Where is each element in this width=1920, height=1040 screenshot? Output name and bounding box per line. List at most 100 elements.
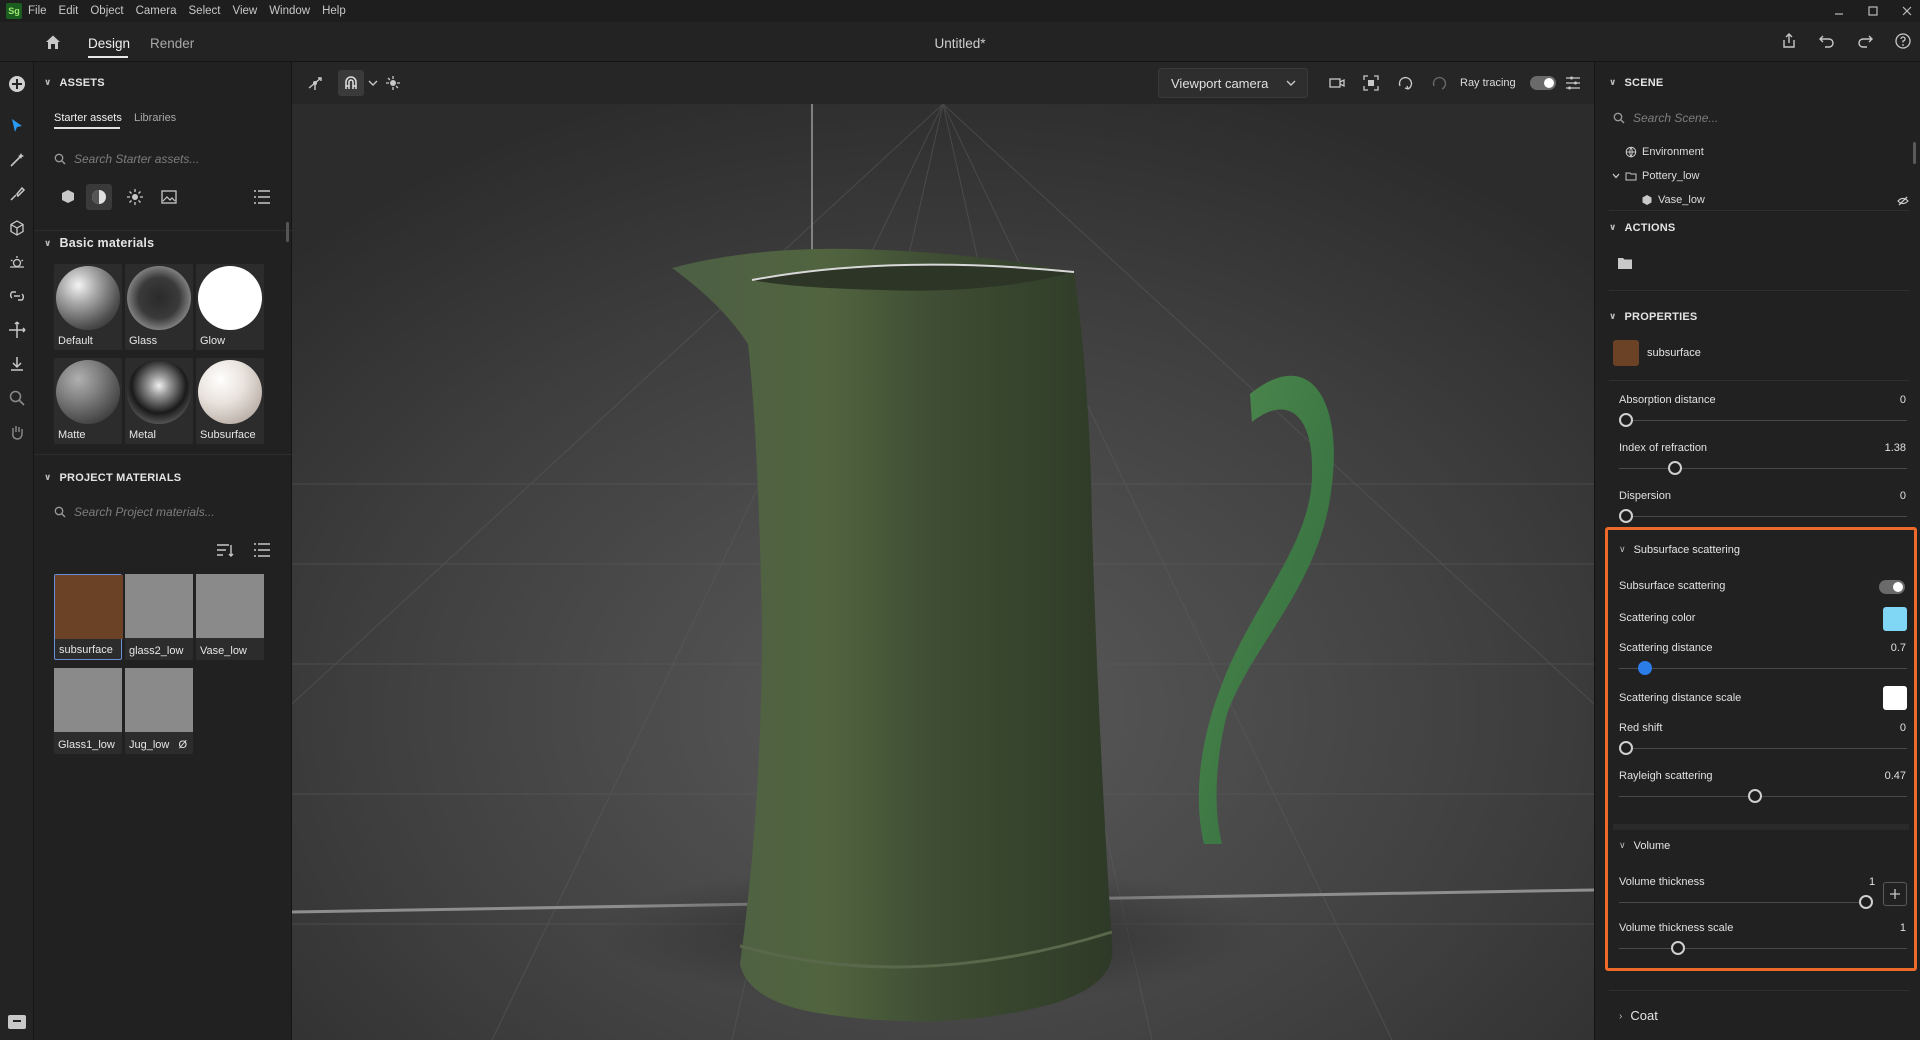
list-view-icon[interactable] bbox=[253, 542, 271, 558]
viewport-render[interactable] bbox=[292, 104, 1594, 1040]
viewport[interactable]: Viewport camera Ray tracing bbox=[292, 62, 1594, 1040]
scene-item-environment[interactable]: Environment bbox=[1625, 146, 1704, 158]
tab-libraries[interactable]: Libraries bbox=[134, 112, 176, 124]
image-icon[interactable] bbox=[160, 188, 178, 206]
absorption-distance-slider[interactable] bbox=[1619, 420, 1907, 421]
ray-tracing-toggle[interactable] bbox=[1530, 76, 1556, 90]
volume-section-header[interactable]: ∨ Volume bbox=[1619, 840, 1670, 852]
material-tile-matte[interactable]: Matte bbox=[54, 358, 122, 444]
subsurface-toggle[interactable] bbox=[1879, 580, 1905, 594]
absorption-distance-value[interactable]: 0 bbox=[1900, 394, 1906, 406]
project-material-glass1-low[interactable]: Glass1_low bbox=[54, 668, 122, 754]
share-icon[interactable] bbox=[1780, 32, 1798, 50]
material-tile-glow[interactable]: Glow bbox=[196, 264, 264, 350]
chevron-down-icon[interactable] bbox=[1611, 171, 1621, 181]
dispersion-slider[interactable] bbox=[1619, 516, 1907, 517]
project-material-subsurface[interactable]: subsurface bbox=[54, 574, 123, 660]
physics-icon[interactable] bbox=[384, 74, 402, 92]
paint-icon[interactable] bbox=[7, 184, 27, 204]
add-texture-button[interactable] bbox=[1883, 882, 1907, 906]
assets-search[interactable]: Search Starter assets... bbox=[54, 152, 199, 166]
scattering-distance-thumb[interactable] bbox=[1638, 661, 1653, 675]
volume-thickness-scale-value[interactable]: 1 bbox=[1900, 922, 1906, 934]
red-shift-slider[interactable] bbox=[1619, 748, 1907, 749]
menu-view[interactable]: View bbox=[232, 5, 257, 17]
reset-camera-icon[interactable] bbox=[1430, 74, 1448, 92]
model-icon[interactable] bbox=[59, 188, 77, 206]
scattering-distance-scale-swatch[interactable] bbox=[1883, 686, 1907, 710]
frame-selection-icon[interactable] bbox=[1362, 74, 1380, 92]
transform-icon[interactable] bbox=[306, 74, 324, 92]
material-filter-button[interactable] bbox=[86, 184, 112, 210]
link-icon[interactable] bbox=[7, 286, 27, 306]
visibility-hidden-icon[interactable] bbox=[1897, 196, 1909, 206]
red-shift-value[interactable]: 0 bbox=[1900, 722, 1906, 734]
scene-search[interactable]: Search Scene... bbox=[1613, 111, 1718, 125]
red-shift-thumb[interactable] bbox=[1619, 741, 1633, 755]
absorption-distance-thumb[interactable] bbox=[1619, 413, 1633, 427]
volume-thickness-scale-thumb[interactable] bbox=[1671, 941, 1686, 955]
menu-select[interactable]: Select bbox=[189, 5, 221, 17]
snap-button[interactable] bbox=[338, 70, 364, 96]
sort-icon[interactable] bbox=[216, 542, 234, 558]
project-material-jug-low[interactable]: Jug_low Ø bbox=[125, 668, 193, 754]
project-material-vase-low[interactable]: Vase_low bbox=[196, 574, 264, 660]
maximize-icon[interactable] bbox=[1868, 6, 1878, 16]
volume-thickness-thumb[interactable] bbox=[1859, 895, 1873, 909]
index-of-refraction-thumb[interactable] bbox=[1668, 461, 1683, 475]
material-tile-subsurface[interactable]: Subsurface bbox=[196, 358, 264, 444]
drop-to-ground-icon[interactable] bbox=[7, 354, 27, 374]
scene-header[interactable]: ∨ SCENE bbox=[1609, 77, 1663, 89]
list-view-icon[interactable] bbox=[253, 189, 271, 205]
rayleigh-scattering-slider[interactable] bbox=[1619, 796, 1907, 797]
scattering-color-swatch[interactable] bbox=[1883, 607, 1907, 631]
chevron-down-icon[interactable] bbox=[368, 79, 378, 87]
tab-render[interactable]: Render bbox=[150, 36, 194, 51]
tab-starter-assets[interactable]: Starter assets bbox=[54, 112, 122, 124]
material-tile-default[interactable]: Default bbox=[54, 264, 122, 350]
coat-section-header[interactable]: › Coat bbox=[1619, 1008, 1658, 1023]
menu-camera[interactable]: Camera bbox=[136, 5, 177, 17]
scene-item-vase-low[interactable]: Vase_low bbox=[1641, 194, 1705, 206]
subsurface-section-header[interactable]: ∨ Subsurface scattering bbox=[1619, 544, 1740, 556]
project-material-glass2-low[interactable]: glass2_low bbox=[125, 574, 193, 660]
orbit-icon[interactable] bbox=[1396, 74, 1414, 92]
move-icon[interactable] bbox=[7, 320, 27, 340]
undo-icon[interactable] bbox=[1818, 32, 1836, 50]
redo-icon[interactable] bbox=[1856, 32, 1874, 50]
select-tool-icon[interactable] bbox=[7, 116, 27, 136]
dispersion-value[interactable]: 0 bbox=[1900, 490, 1906, 502]
scattering-distance-value[interactable]: 0.7 bbox=[1891, 642, 1906, 654]
actions-header[interactable]: ∨ ACTIONS bbox=[1609, 222, 1675, 234]
tab-design[interactable]: Design bbox=[88, 36, 130, 51]
sun-icon[interactable] bbox=[7, 252, 27, 272]
menu-object[interactable]: Object bbox=[90, 5, 123, 17]
volume-thickness-slider[interactable] bbox=[1619, 902, 1873, 903]
add-icon[interactable] bbox=[7, 74, 27, 94]
render-settings-icon[interactable] bbox=[1564, 74, 1582, 92]
menu-file[interactable]: File bbox=[28, 5, 47, 17]
material-swatch[interactable] bbox=[1613, 340, 1639, 366]
archive-icon[interactable] bbox=[6, 1012, 28, 1032]
scene-item-pottery-low[interactable]: Pottery_low bbox=[1611, 170, 1699, 182]
menu-help[interactable]: Help bbox=[322, 5, 346, 17]
light-icon[interactable] bbox=[126, 188, 144, 206]
volume-thickness-scale-slider[interactable] bbox=[1619, 948, 1907, 949]
close-icon[interactable] bbox=[1902, 6, 1912, 16]
help-icon[interactable] bbox=[1894, 32, 1912, 50]
minimize-icon[interactable] bbox=[1834, 6, 1844, 16]
menu-edit[interactable]: Edit bbox=[59, 5, 79, 17]
index-of-refraction-value[interactable]: 1.38 bbox=[1885, 442, 1906, 454]
hand-icon[interactable] bbox=[7, 422, 27, 442]
rayleigh-scattering-value[interactable]: 0.47 bbox=[1885, 770, 1906, 782]
properties-header[interactable]: ∨ PROPERTIES bbox=[1609, 311, 1697, 323]
magic-wand-icon[interactable] bbox=[7, 150, 27, 170]
cube-icon[interactable] bbox=[7, 218, 27, 238]
project-materials-search[interactable]: Search Project materials... bbox=[54, 505, 215, 519]
assets-header[interactable]: ∨ ASSETS bbox=[44, 77, 105, 89]
dispersion-thumb[interactable] bbox=[1619, 509, 1633, 523]
menu-window[interactable]: Window bbox=[269, 5, 310, 17]
camera-select[interactable]: Viewport camera bbox=[1158, 68, 1308, 98]
material-tile-metal[interactable]: Metal bbox=[125, 358, 193, 444]
folder-icon[interactable] bbox=[1617, 256, 1633, 270]
